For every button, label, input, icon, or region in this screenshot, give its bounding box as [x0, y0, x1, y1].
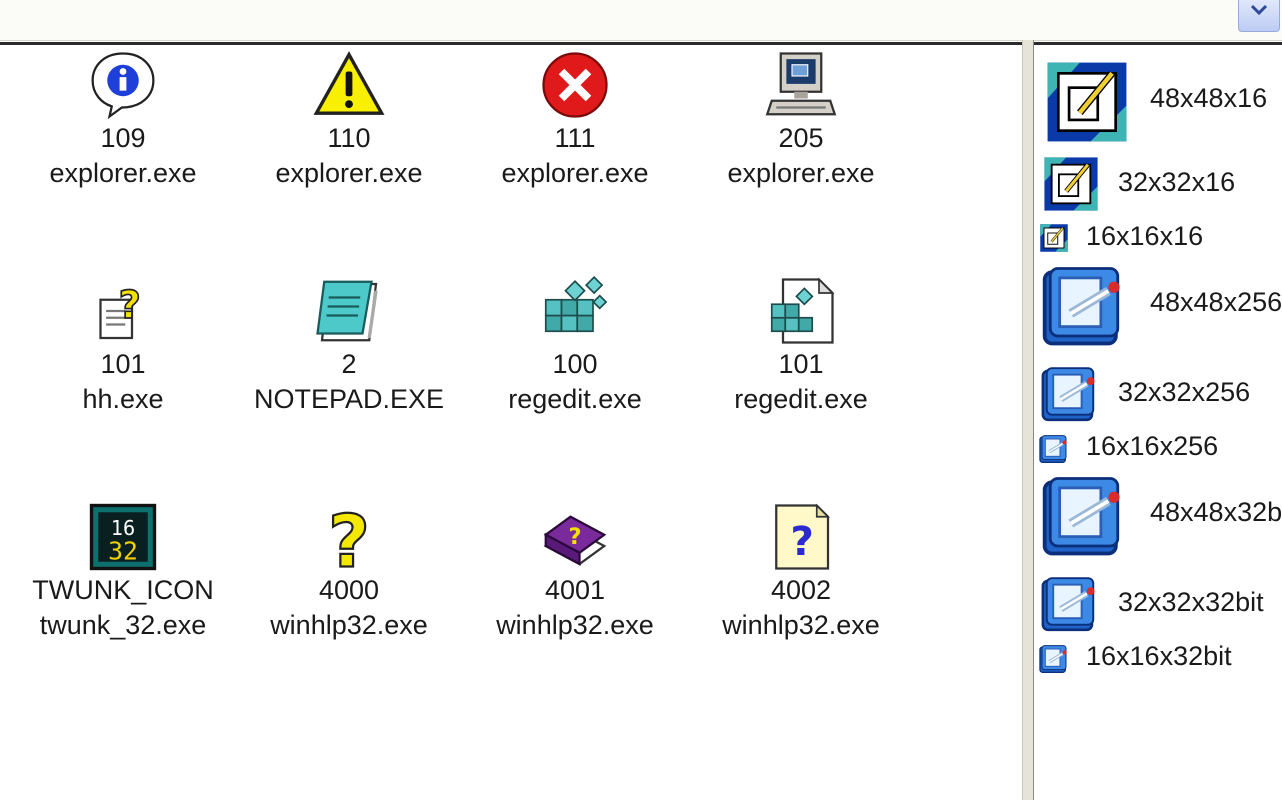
chevron-down-icon — [1250, 4, 1268, 16]
icon-tile[interactable]: 100 regedit.exe — [462, 275, 688, 417]
file-name: winhlp32.exe — [722, 610, 880, 640]
format-label: 32x32x16 — [1118, 167, 1236, 197]
svg-text:?: ? — [568, 524, 581, 550]
error-icon — [542, 52, 608, 118]
notepad-edit-icon — [1038, 223, 1070, 253]
resource-id: 110 — [327, 123, 371, 153]
blue-edit-icon — [1038, 471, 1130, 561]
file-name: winhlp32.exe — [270, 610, 428, 640]
format-label: 16x16x16 — [1086, 221, 1204, 251]
file-name: NOTEPAD.EXE — [253, 384, 445, 414]
resource-id: 109 — [100, 123, 146, 153]
file-name: hh.exe — [82, 384, 164, 414]
icon-tile[interactable]: 110 explorer.exe — [236, 49, 462, 191]
format-label: 16x16x32bit — [1086, 641, 1232, 671]
format-label: 48x48x16 — [1150, 83, 1268, 113]
notepad-edit-icon — [1038, 155, 1104, 213]
icon-formats-pane[interactable]: 48x48x16 32x32x16 16x16x16 48x48x256 32x… — [1034, 42, 1282, 803]
file-name: explorer.exe — [49, 158, 197, 188]
format-label: 16x16x256 — [1086, 431, 1219, 461]
warning-icon — [313, 51, 385, 115]
file-name: twunk_32.exe — [39, 610, 207, 640]
svg-text:32: 32 — [108, 537, 138, 566]
pane-splitter[interactable] — [1022, 40, 1034, 800]
resource-id: 4002 — [770, 575, 832, 605]
resource-id: TWUNK_ICON — [32, 575, 214, 605]
help-book-icon: ? — [543, 515, 607, 566]
resource-id: 101 — [778, 349, 824, 379]
icon-tile[interactable]: 109 explorer.exe — [10, 49, 236, 191]
svg-text:?: ? — [328, 501, 370, 573]
computer-icon — [765, 52, 837, 116]
format-label: 48x48x32bit — [1150, 497, 1282, 527]
icon-list-pane[interactable]: 109 explorer.exe 110 explorer.exe 111 ex… — [0, 42, 1022, 803]
icon-tile[interactable]: 2 NOTEPAD.EXE — [236, 275, 462, 417]
notepad-edit-icon — [1038, 59, 1136, 145]
resource-id: 111 — [554, 123, 596, 153]
resource-id: 2 — [341, 349, 357, 379]
icon-tile[interactable]: 111 explorer.exe — [462, 49, 688, 191]
resource-id: 101 — [100, 349, 146, 379]
blue-edit-icon — [1038, 363, 1102, 425]
file-name: winhlp32.exe — [496, 610, 654, 640]
info-balloon-icon — [91, 52, 155, 120]
registry-cubes-icon — [544, 275, 608, 333]
format-label: 32x32x256 — [1118, 377, 1251, 407]
icon-tile[interactable]: 16 32 TWUNK_ICON twunk_32.exe — [10, 501, 236, 643]
file-name: explorer.exe — [275, 158, 423, 188]
toolbar-strip — [0, 0, 1282, 41]
icon-tile[interactable]: ? 4000 winhlp32.exe — [236, 501, 462, 643]
file-name: regedit.exe — [508, 384, 642, 414]
format-label: 32x32x32bit — [1118, 587, 1264, 617]
question-mark-icon: ? — [327, 501, 371, 573]
help-page-icon: ? — [775, 503, 831, 570]
registry-file-icon — [770, 277, 835, 344]
resource-id: 4000 — [318, 575, 380, 605]
icon-tile[interactable]: 101 regedit.exe — [688, 275, 914, 417]
blue-edit-icon — [1038, 261, 1130, 351]
notepad-icon — [316, 280, 378, 342]
blue-edit-icon — [1038, 643, 1070, 675]
file-name: explorer.exe — [501, 158, 649, 188]
help-document-icon: ? — [99, 282, 142, 340]
resource-id: 4001 — [544, 575, 606, 605]
icon-tile[interactable]: ? 4001 winhlp32.exe — [462, 501, 688, 643]
format-label: 48x48x256 — [1150, 287, 1282, 317]
file-name: regedit.exe — [734, 384, 868, 414]
blue-edit-icon — [1038, 433, 1070, 465]
twunk-16-32-icon: 16 32 — [89, 503, 157, 571]
resource-id: 205 — [778, 123, 824, 153]
icon-tile[interactable]: ? 4002 winhlp32.exe — [688, 501, 914, 643]
svg-text:?: ? — [119, 283, 141, 328]
file-name: explorer.exe — [727, 158, 875, 188]
icon-tile[interactable]: ? 101 hh.exe — [10, 275, 236, 417]
blue-edit-icon — [1038, 573, 1102, 635]
resource-id: 100 — [552, 349, 598, 379]
svg-text:?: ? — [790, 517, 814, 565]
dropdown-button[interactable] — [1238, 0, 1280, 32]
icon-tile[interactable]: 205 explorer.exe — [688, 49, 914, 191]
